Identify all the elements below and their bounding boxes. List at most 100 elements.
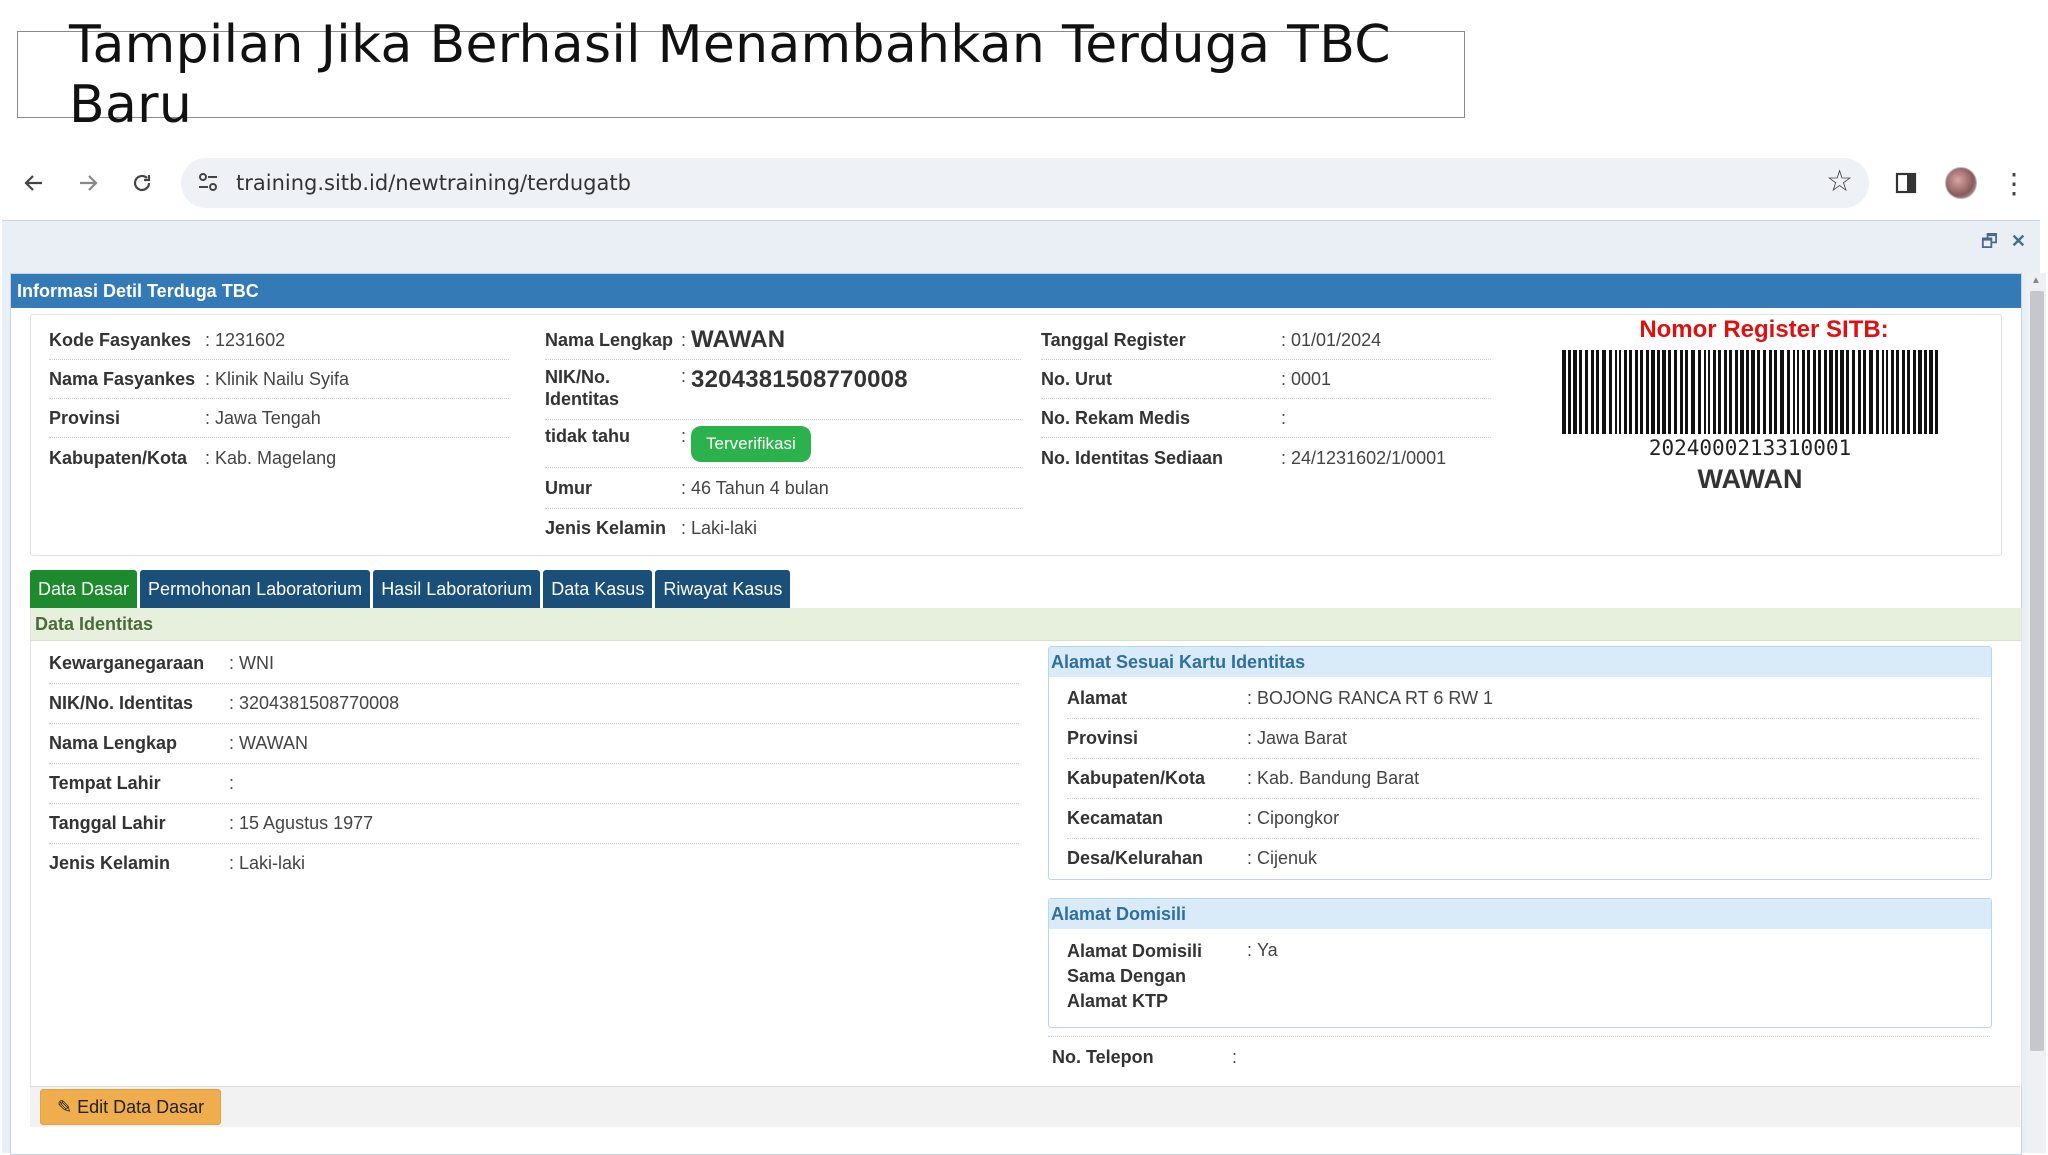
tab-hasil-laboratorium[interactable]: Hasil Laboratorium <box>373 570 541 608</box>
info-row: No. Identitas Sediaan: 24/1231602/1/0001 <box>1041 447 1447 468</box>
domisili-row: Alamat Domisili Sama Dengan Alamat KTP :… <box>1067 940 1278 1011</box>
barcode-bar <box>1708 350 1710 434</box>
barcode-bar <box>1685 350 1688 434</box>
barcode-bar <box>1757 350 1760 434</box>
alamat-domisili-title: Alamat Domisili <box>1049 899 1991 929</box>
close-icon[interactable]: ✕ <box>2011 231 2026 251</box>
vertical-scrollbar[interactable]: ▲ <box>2026 273 2046 1153</box>
pencil-icon: ✎ <box>57 1097 73 1117</box>
barcode-bar <box>1585 350 1588 434</box>
slide-title: Tampilan Jika Berhasil Menambahkan Terdu… <box>17 15 1465 135</box>
barcode-bar <box>1674 350 1677 434</box>
menu-dots-icon[interactable]: ⋮ <box>1996 150 2032 216</box>
barcode-bar <box>1886 350 1888 434</box>
address-row: Provinsi: Jawa Barat <box>1067 719 1979 759</box>
barcode-bar <box>1802 350 1805 434</box>
site-settings-icon[interactable] <box>195 169 221 195</box>
register-number: 2024000213310001 <box>1648 436 1852 460</box>
info-row: Nama Fasyankes: Klinik Nailu Syifa <box>49 360 509 399</box>
barcode-bar <box>1829 350 1833 434</box>
barcode-bar <box>1902 350 1905 434</box>
barcode-bar <box>1573 350 1577 434</box>
barcode-bar <box>1793 350 1795 434</box>
identity-row: Tanggal Lahir: 15 Agustus 1977 <box>49 804 1019 844</box>
barcode-bar <box>1824 350 1827 434</box>
barcode-bar <box>1657 350 1660 434</box>
address-row: Desa/Kelurahan: Cijenuk <box>1067 848 1318 868</box>
barcode-bar <box>1640 350 1643 434</box>
barcode-bar <box>1562 350 1566 434</box>
address-bar[interactable]: training.sitb.id/newtraining/terdugatb ☆ <box>181 158 1869 208</box>
url-text[interactable]: training.sitb.id/newtraining/terdugatb <box>236 158 631 208</box>
alamat-ktp-list: Alamat: BOJONG RANCA RT 6 RW 1 Provinsi:… <box>1049 677 1991 878</box>
barcode-bar <box>1780 350 1784 434</box>
barcode-bar <box>1858 350 1861 434</box>
barcode-bar <box>1769 350 1772 434</box>
tab-data-dasar[interactable]: Data Dasar <box>30 570 138 608</box>
barcode-bar <box>1813 350 1816 434</box>
form-footer: ✎ Edit Data Dasar <box>30 1086 2020 1127</box>
barcode-bar <box>1913 350 1916 434</box>
address-row: Alamat: BOJONG RANCA RT 6 RW 1 <box>1067 679 1979 719</box>
barcode-bar <box>1735 350 1738 434</box>
barcode-bar <box>1680 350 1683 434</box>
barcode-bar <box>1774 350 1777 434</box>
barcode-bar <box>1740 350 1744 434</box>
info-row: No. Rekam Medis: <box>1041 399 1491 438</box>
alamat-domisili-box: Alamat Domisili Alamat Domisili Sama Den… <box>1048 898 1992 1028</box>
window-controls: 🗗 ✕ <box>1981 229 2026 259</box>
forward-arrow-icon[interactable] <box>70 150 106 216</box>
register-name: WAWAN <box>1697 464 1803 494</box>
section-title: Data Identitas <box>31 608 2021 641</box>
barcode-bar <box>1591 350 1594 434</box>
barcode-bar <box>1896 350 1899 434</box>
register-info: Tanggal Register: 01/01/2024 No. Urut: 0… <box>1041 321 1491 478</box>
scroll-up-icon[interactable]: ▲ <box>2031 275 2041 286</box>
info-row: NIK/No. Identitas: 3204381508770008 <box>545 360 1021 420</box>
telepon-block: No. Telepon: <box>1048 1036 1990 1077</box>
info-row: Jenis Kelamin: Laki-laki <box>545 517 758 538</box>
barcode-bar <box>1651 350 1655 434</box>
reload-icon[interactable] <box>124 150 160 216</box>
barcode-bar <box>1818 350 1821 434</box>
identity-row: NIK/No. Identitas: 3204381508770008 <box>49 684 1019 724</box>
barcode-bar <box>1602 350 1606 434</box>
barcode-bar <box>1596 350 1599 434</box>
address-row: Kabupaten/Kota: Kab. Bandung Barat <box>1067 759 1979 799</box>
barcode-bar <box>1924 350 1927 434</box>
barcode-bar <box>1624 350 1627 434</box>
barcode-bar <box>1891 350 1894 434</box>
tab-permohonan-laboratorium[interactable]: Permohonan Laboratorium <box>140 570 371 608</box>
barcode-bar <box>1609 350 1612 434</box>
tab-bar: Data Dasar Permohonan Laboratorium Hasil… <box>30 570 791 608</box>
tab-riwayat-kasus[interactable]: Riwayat Kasus <box>655 570 791 608</box>
telepon-row: No. Telepon: <box>1052 1046 1243 1067</box>
barcode-bar <box>1691 350 1695 434</box>
edit-data-dasar-button[interactable]: ✎ Edit Data Dasar <box>40 1089 222 1125</box>
barcode-bar <box>1629 350 1632 434</box>
info-row: Kode Fasyankes: 1231602 <box>49 321 509 360</box>
barcode-bar <box>1615 350 1617 434</box>
scroll-thumb[interactable] <box>2030 291 2044 1051</box>
barcode-bar <box>1918 350 1922 434</box>
barcode-bar <box>1646 350 1649 434</box>
barcode-bar <box>1724 350 1727 434</box>
restore-icon[interactable]: 🗗 <box>1981 231 1998 251</box>
profile-avatar[interactable] <box>1942 150 1980 216</box>
identity-row: Jenis Kelamin: Laki-laki <box>49 853 306 873</box>
barcode-bar <box>1635 350 1638 434</box>
edit-button-label: Edit Data Dasar <box>77 1097 205 1117</box>
tab-data-kasus[interactable]: Data Kasus <box>543 570 653 608</box>
barcode-bar <box>1935 350 1938 434</box>
back-arrow-icon[interactable] <box>16 150 52 216</box>
star-icon[interactable]: ☆ <box>1826 164 1853 199</box>
info-row: Tanggal Register: 01/01/2024 <box>1041 321 1491 360</box>
address-row: Kecamatan: Cipongkor <box>1067 799 1979 839</box>
barcode-bar <box>1713 350 1716 434</box>
barcode-bar <box>1807 350 1810 434</box>
barcode-bar <box>1876 350 1879 434</box>
side-panel-icon[interactable] <box>1888 150 1924 216</box>
barcode-bar <box>1751 350 1755 434</box>
barcode-bar <box>1907 350 1910 434</box>
patient-info: Nama Lengkap: WAWAN NIK/No. Identitas: 3… <box>545 321 1021 547</box>
